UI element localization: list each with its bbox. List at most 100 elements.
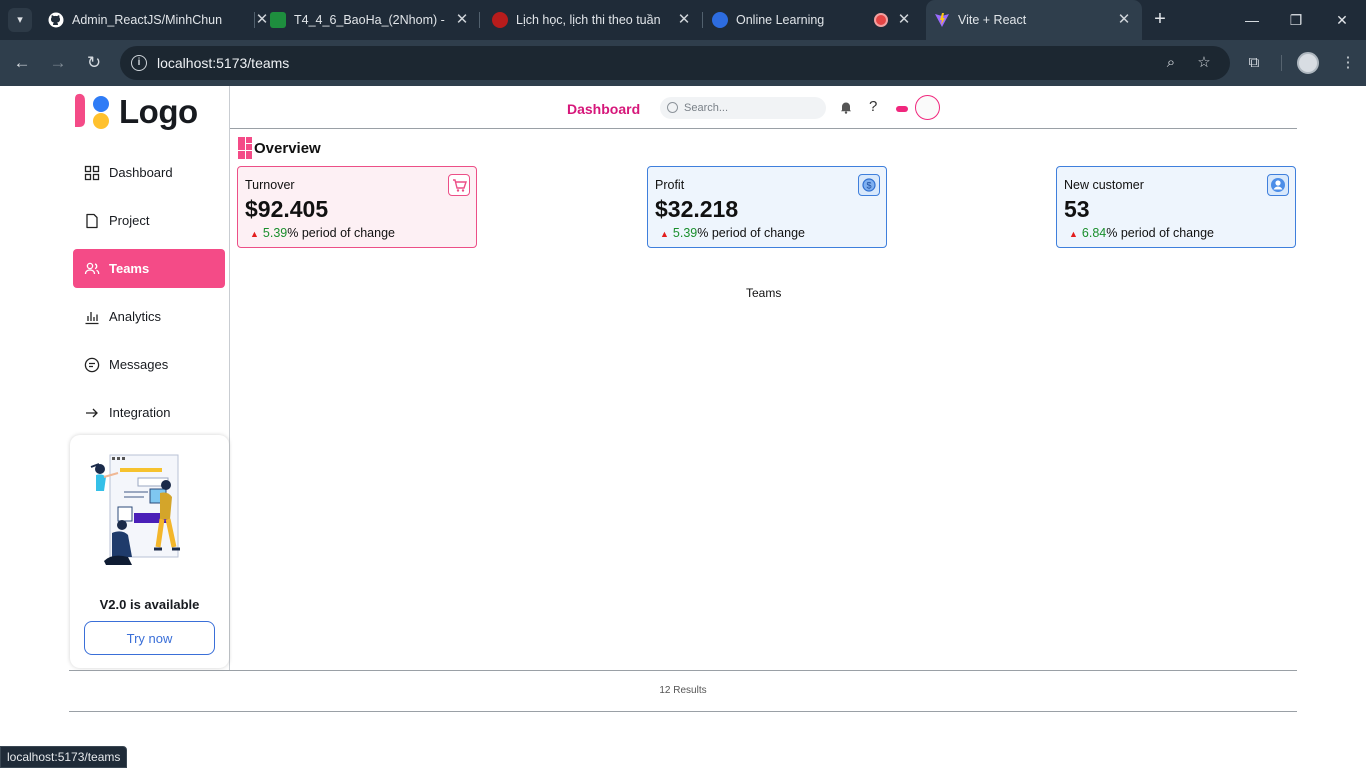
sidebar-item-project[interactable]: Project bbox=[73, 201, 225, 240]
bell-icon[interactable] bbox=[839, 100, 853, 114]
tab-title: Vite + React bbox=[958, 13, 1027, 27]
close-window-icon[interactable]: ✕ bbox=[1330, 8, 1354, 32]
user-icon[interactable] bbox=[1267, 174, 1289, 196]
bar-chart-icon bbox=[85, 311, 99, 324]
sidebar-item-integration[interactable]: Integration bbox=[73, 393, 225, 432]
users-icon bbox=[84, 262, 100, 274]
stat-value: 53 bbox=[1064, 196, 1090, 222]
browser-tab-vite-react[interactable]: Vite + React ✕ bbox=[926, 0, 1142, 40]
arrow-right-icon bbox=[86, 408, 98, 417]
browser-tab-schedule[interactable]: Lịch học, lịch thi theo tuần ✕ bbox=[484, 0, 698, 40]
user-avatar[interactable] bbox=[915, 95, 940, 120]
sidebar-item-label: Analytics bbox=[109, 309, 162, 324]
bookmark-star-icon[interactable]: ☆ bbox=[1194, 53, 1214, 73]
page-title: Dashboard bbox=[567, 101, 641, 117]
browser-nav-bar: ← → ↻ i localhost:5173/teams ⌕ ☆ ⧉ ⋮ bbox=[0, 40, 1366, 86]
close-tab-icon[interactable]: ✕ bbox=[896, 12, 912, 28]
tab-title: T4_4_6_BaoHa_(2Nhom) - Go bbox=[294, 13, 446, 27]
logo-text: Logo bbox=[119, 93, 198, 130]
browser-tab-sheets[interactable]: T4_4_6_BaoHa_(2Nhom) - Go ✕ bbox=[262, 0, 480, 40]
overview-icon bbox=[238, 137, 252, 159]
restore-window-icon[interactable]: ❐ bbox=[1284, 8, 1308, 32]
dollar-icon[interactable]: $ bbox=[858, 174, 880, 196]
message-icon bbox=[84, 357, 100, 372]
back-arrow-icon[interactable]: ← bbox=[10, 51, 34, 75]
teams-content-label: Teams bbox=[746, 286, 782, 300]
address-bar[interactable]: i localhost:5173/teams ⌕ ☆ bbox=[120, 46, 1230, 80]
close-tab-icon[interactable]: ✕ bbox=[454, 12, 470, 28]
tab-title: Admin_ReactJS/MinhChung/ bbox=[72, 13, 222, 27]
app-page: Logo Dashboard Project Teams Analytics M… bbox=[0, 86, 1366, 768]
reload-icon[interactable]: ↻ bbox=[82, 51, 106, 75]
close-tab-icon[interactable]: ✕ bbox=[1116, 12, 1132, 28]
zoom-icon bbox=[712, 12, 728, 28]
new-tab-button[interactable]: + bbox=[1150, 9, 1170, 30]
tab-separator bbox=[479, 12, 480, 28]
sidebar-item-label: Teams bbox=[109, 261, 150, 276]
browser-tab-online-learning[interactable]: Online Learning ✕ bbox=[706, 0, 920, 40]
file-icon bbox=[86, 213, 98, 228]
forward-arrow-icon[interactable]: → bbox=[46, 51, 70, 75]
address-url[interactable]: localhost:5173/teams bbox=[157, 55, 289, 71]
search-input[interactable] bbox=[684, 100, 819, 116]
up-triangle-icon: ▲ bbox=[660, 229, 669, 239]
minimize-window-icon[interactable]: — bbox=[1240, 8, 1264, 32]
profile-avatar[interactable] bbox=[1297, 52, 1319, 74]
vite-icon bbox=[935, 13, 949, 27]
recording-icon bbox=[874, 13, 888, 27]
sidebar-item-analytics[interactable]: Analytics bbox=[73, 297, 225, 336]
browser-tab-github[interactable]: Admin_ReactJS/MinhChung/ ✕ bbox=[40, 0, 270, 40]
stat-label: Profit bbox=[655, 178, 685, 192]
stat-card-profit: Profit $32.218 ▲ 5.39% period of change $ bbox=[647, 166, 887, 248]
sidebar-item-teams[interactable]: Teams bbox=[73, 249, 225, 288]
zoom-magnifier-icon[interactable]: ⌕ bbox=[1161, 53, 1181, 73]
sidebar-item-messages[interactable]: Messages bbox=[73, 345, 225, 384]
team-illustration-icon bbox=[90, 454, 180, 565]
search-icon bbox=[667, 102, 678, 113]
sidebar-item-dashboard[interactable]: Dashboard bbox=[73, 153, 225, 192]
logo-mark-icon bbox=[75, 93, 109, 129]
stat-change-suffix: % period of change bbox=[1106, 226, 1214, 240]
overview-title: Overview bbox=[254, 140, 321, 157]
extensions-icon[interactable]: ⧉ bbox=[1242, 51, 1266, 75]
stat-change-percent: 6.84 bbox=[1081, 226, 1107, 240]
stat-change: ▲ 5.39% period of change bbox=[250, 226, 395, 240]
sidebar-item-label: Messages bbox=[109, 357, 169, 372]
try-now-button[interactable]: Try now bbox=[84, 621, 215, 655]
tab-title: Online Learning bbox=[736, 13, 825, 27]
github-icon bbox=[48, 12, 64, 28]
stat-label: Turnover bbox=[245, 178, 295, 192]
header-divider bbox=[230, 128, 1297, 129]
close-tab-icon[interactable]: ✕ bbox=[676, 12, 692, 28]
help-icon[interactable]: ? bbox=[869, 98, 877, 115]
grid-icon bbox=[84, 165, 100, 180]
tab-separator bbox=[702, 12, 703, 28]
tab-search-button[interactable]: ▾ bbox=[8, 8, 32, 32]
footer-divider-bottom bbox=[69, 711, 1297, 712]
footer-divider-top bbox=[69, 670, 1297, 671]
stat-change-percent: 5.39 bbox=[672, 226, 698, 240]
browser-status-url: localhost:5173/teams bbox=[0, 746, 128, 768]
tab-separator bbox=[254, 12, 255, 28]
stat-change: ▲ 6.84% period of change bbox=[1069, 226, 1214, 240]
stat-change: ▲ 5.39% period of change bbox=[660, 226, 805, 240]
stat-card-new-customer: New customer 53 ▲ 6.84% period of change bbox=[1056, 166, 1296, 248]
up-triangle-icon: ▲ bbox=[1069, 229, 1078, 239]
cart-icon[interactable] bbox=[448, 174, 470, 196]
stat-change-percent: 5.39 bbox=[262, 226, 288, 240]
browser-tab-bar: ▾ Admin_ReactJS/MinhChung/ ✕ T4_4_6_BaoH… bbox=[0, 0, 1366, 40]
promo-title: V2.0 is available bbox=[99, 597, 200, 612]
search-bar[interactable] bbox=[660, 97, 826, 119]
svg-text:$: $ bbox=[866, 181, 871, 191]
stat-change-suffix: % period of change bbox=[287, 226, 395, 240]
browser-menu-icon[interactable]: ⋮ bbox=[1336, 51, 1360, 75]
sidebar-item-label: Dashboard bbox=[109, 165, 173, 180]
status-pill bbox=[896, 106, 908, 112]
stat-label: New customer bbox=[1064, 178, 1144, 192]
upgrade-promo-card: V2.0 is available Try now bbox=[70, 435, 229, 668]
sheets-icon bbox=[270, 12, 286, 28]
stat-value: $92.405 bbox=[245, 196, 329, 222]
app-logo[interactable]: Logo bbox=[73, 91, 203, 131]
site-info-icon[interactable]: i bbox=[131, 55, 147, 71]
sidebar-item-label: Project bbox=[109, 213, 150, 228]
